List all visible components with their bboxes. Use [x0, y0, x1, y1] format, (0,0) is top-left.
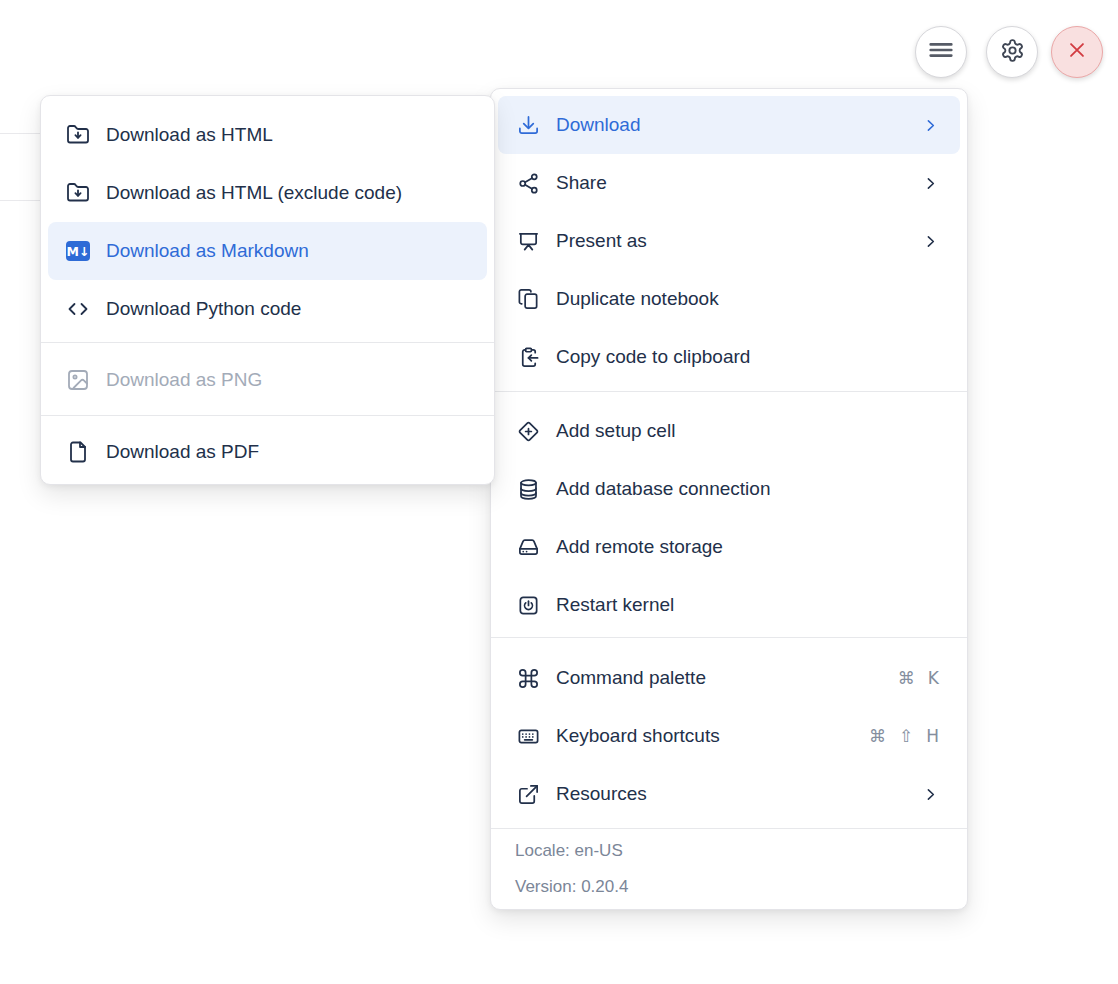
submenu-item-download-html[interactable]: Download as HTML [48, 106, 487, 164]
menu-item-copy-code[interactable]: Copy code to clipboard [498, 328, 960, 386]
background-rule [0, 200, 44, 201]
menu-item-label: Add remote storage [556, 536, 723, 558]
folder-down-icon [66, 181, 90, 205]
menu-item-label: Resources [556, 783, 647, 805]
download-submenu: Download as HTML Download as HTML (exclu… [40, 95, 495, 485]
menu-item-share[interactable]: Share [498, 154, 960, 212]
command-icon [516, 666, 540, 690]
image-icon [66, 368, 90, 392]
copy-icon [516, 287, 540, 311]
menu-item-present-as[interactable]: Present as [498, 212, 960, 270]
download-icon [516, 113, 540, 137]
hard-drive-icon [516, 535, 540, 559]
locale-text: Locale: en-US [515, 833, 943, 869]
menu-item-command-palette[interactable]: Command palette ⌘K [498, 649, 960, 707]
hamburger-icon [928, 37, 954, 67]
submenu-item-download-html-exclude-code[interactable]: Download as HTML (exclude code) [48, 164, 487, 222]
diamond-plus-icon [516, 419, 540, 443]
menu-item-label: Download as PDF [106, 441, 259, 463]
menu-item-label: Duplicate notebook [556, 288, 719, 310]
clipboard-copy-icon [516, 345, 540, 369]
menu-item-label: Download as PNG [106, 369, 262, 391]
notebook-actions-menu: Download Share Present as Duplicate note… [490, 88, 968, 910]
menu-item-label: Download Python code [106, 298, 301, 320]
menu-item-restart-kernel[interactable]: Restart kernel [498, 576, 960, 634]
menu-item-label: Download as HTML (exclude code) [106, 182, 402, 204]
menu-item-label: Copy code to clipboard [556, 346, 750, 368]
gear-icon [1000, 38, 1025, 67]
menu-item-label: Restart kernel [556, 594, 674, 616]
close-button[interactable] [1051, 26, 1103, 78]
chevron-right-icon [922, 175, 939, 192]
version-text: Version: 0.20.4 [515, 869, 943, 905]
chevron-right-icon [922, 786, 939, 803]
chevron-right-icon [922, 117, 939, 134]
menu-item-download[interactable]: Download [498, 96, 960, 154]
keyboard-icon [516, 724, 540, 748]
menu-item-add-database-connection[interactable]: Add database connection [498, 460, 960, 518]
markdown-icon: M↓ [66, 239, 90, 263]
shortcut-keys: ⌘K [898, 668, 939, 688]
shortcut-keys: ⌘⇧H [869, 726, 939, 746]
menu-item-label: Download as HTML [106, 124, 273, 146]
menu-item-keyboard-shortcuts[interactable]: Keyboard shortcuts ⌘⇧H [498, 707, 960, 765]
menu-item-label: Share [556, 172, 607, 194]
submenu-item-download-pdf[interactable]: Download as PDF [48, 423, 487, 481]
chevron-right-icon [922, 233, 939, 250]
close-icon [1066, 39, 1088, 65]
menu-item-label: Present as [556, 230, 647, 252]
external-link-icon [516, 782, 540, 806]
menu-item-add-setup-cell[interactable]: Add setup cell [498, 402, 960, 460]
settings-button[interactable] [986, 26, 1038, 78]
menu-item-label: Download as Markdown [106, 240, 309, 262]
menu-item-duplicate-notebook[interactable]: Duplicate notebook [498, 270, 960, 328]
power-icon [516, 593, 540, 617]
menu-item-label: Download [556, 114, 641, 136]
menu-item-label: Add setup cell [556, 420, 675, 442]
presentation-icon [516, 229, 540, 253]
submenu-item-download-python-code[interactable]: Download Python code [48, 280, 487, 338]
menu-item-resources[interactable]: Resources [498, 765, 960, 823]
folder-down-icon [66, 123, 90, 147]
menu-item-label: Command palette [556, 667, 706, 689]
menu-footer: Locale: en-US Version: 0.20.4 [491, 828, 967, 909]
menu-item-label: Add database connection [556, 478, 770, 500]
share-icon [516, 171, 540, 195]
submenu-item-download-png[interactable]: Download as PNG [48, 351, 487, 409]
submenu-item-download-markdown[interactable]: M↓ Download as Markdown [48, 222, 487, 280]
menu-item-label: Keyboard shortcuts [556, 725, 720, 747]
code-icon [66, 297, 90, 321]
file-icon [66, 440, 90, 464]
background-rule [0, 133, 44, 134]
database-icon [516, 477, 540, 501]
menu-item-add-remote-storage[interactable]: Add remote storage [498, 518, 960, 576]
hamburger-menu-button[interactable] [915, 26, 967, 78]
